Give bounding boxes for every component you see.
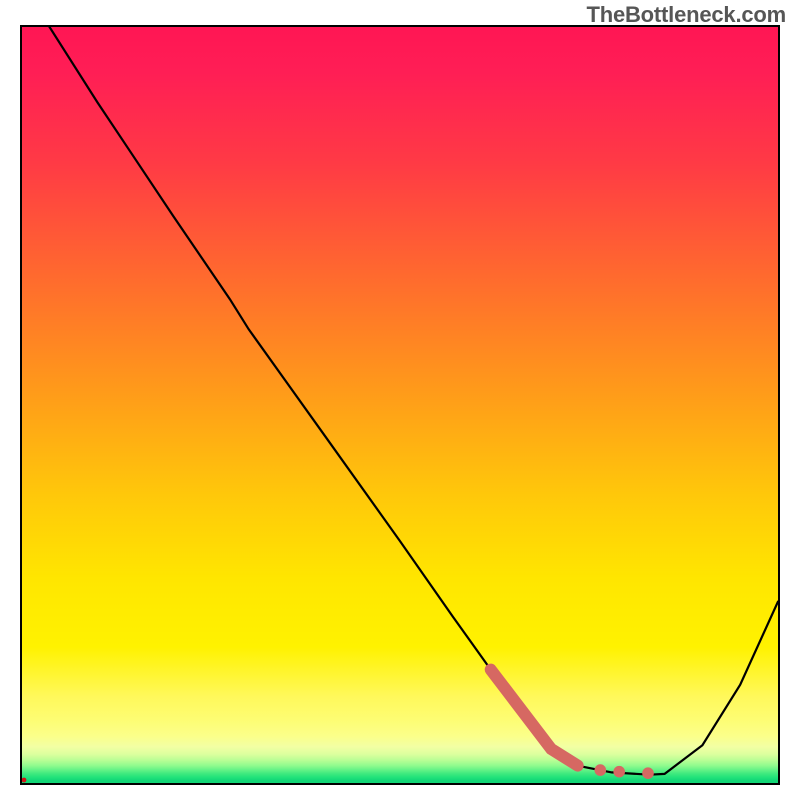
origin-dot — [22, 778, 26, 783]
marker-dot-a — [595, 764, 607, 776]
marker-dots — [595, 764, 654, 779]
overlay-svg — [22, 27, 778, 783]
chart-container: TheBottleneck.com — [0, 0, 800, 800]
plot-area — [22, 27, 778, 783]
marker-stroke — [491, 670, 578, 766]
marker-dot-b — [613, 766, 625, 778]
plot-frame — [20, 25, 780, 785]
bottleneck-curve — [45, 27, 778, 775]
marker-dot-c — [642, 767, 654, 779]
